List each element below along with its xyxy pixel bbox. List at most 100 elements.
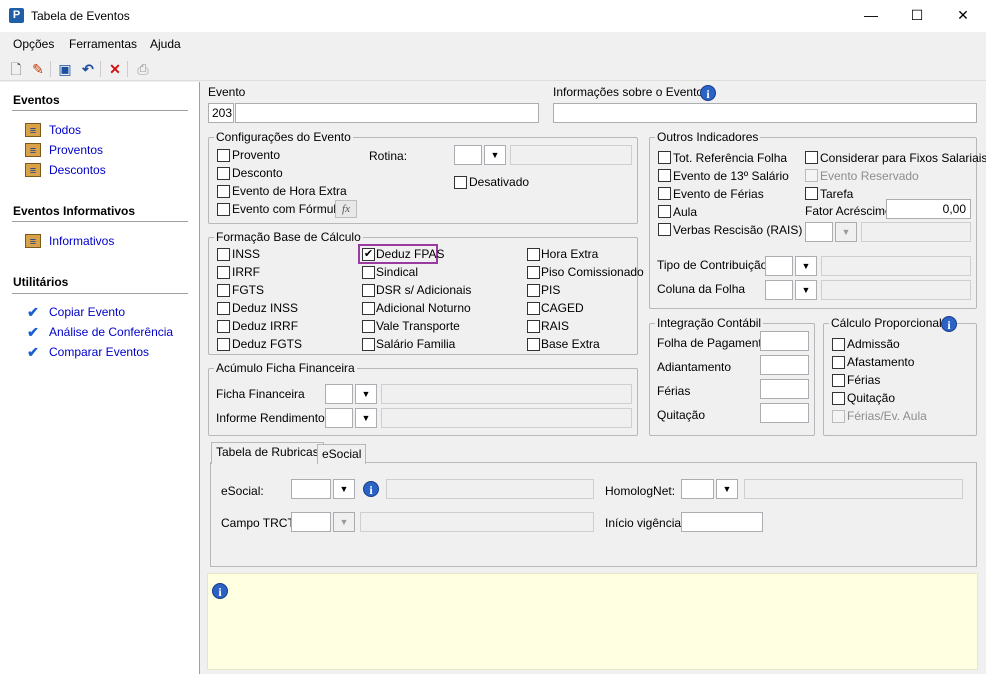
deduz-irrf-checkbox[interactable]: [217, 320, 230, 333]
ferias-aula-checkbox[interactable]: [832, 410, 845, 423]
irrf-checkbox[interactable]: [217, 266, 230, 279]
menu-ferramentas[interactable]: Ferramentas: [69, 37, 137, 51]
fgts-checkbox[interactable]: [217, 284, 230, 297]
delete-icon[interactable]: ✕: [106, 60, 124, 78]
admissao-checkbox[interactable]: [832, 338, 845, 351]
fator-input[interactable]: 0,00: [886, 199, 971, 219]
chevron-down-icon[interactable]: ▼: [795, 280, 817, 300]
piso-comissionado-checkbox[interactable]: [527, 266, 540, 279]
print-icon[interactable]: ⎙: [134, 60, 152, 78]
hora-extra-base-checkbox[interactable]: [527, 248, 540, 261]
homolognet-select[interactable]: [681, 479, 714, 499]
esocial-select[interactable]: [291, 479, 331, 499]
homolognet-label: HomologNet:: [605, 484, 676, 498]
evento-name-input[interactable]: [235, 103, 539, 123]
chevron-down-icon[interactable]: ▼: [835, 222, 857, 242]
menu-ajuda[interactable]: Ajuda: [150, 37, 181, 51]
info-evento-input[interactable]: [553, 103, 977, 123]
formula-fx-button[interactable]: fx: [335, 200, 357, 218]
fixos-checkbox[interactable]: [805, 151, 818, 164]
decimo-checkbox[interactable]: [658, 169, 671, 182]
base-extra-label: Base Extra: [541, 337, 600, 351]
sidebar-item-proventos[interactable]: Proventos: [49, 143, 103, 157]
undo-icon[interactable]: ↶: [79, 60, 97, 78]
chevron-down-icon[interactable]: ▼: [355, 408, 377, 428]
rotina-label: Rotina:: [369, 149, 408, 163]
minimize-button[interactable]: —: [848, 0, 894, 31]
adiantamento-input[interactable]: [760, 355, 809, 375]
formula-checkbox[interactable]: [217, 203, 230, 216]
tab-esocial[interactable]: eSocial: [317, 444, 367, 464]
deduz-fpas-checkbox[interactable]: ✔: [362, 248, 375, 261]
adicional-noturno-checkbox[interactable]: [362, 302, 375, 315]
informe-rendimentos-select[interactable]: [325, 408, 353, 428]
sidebar-item-comparar-eventos[interactable]: Comparar Eventos: [49, 345, 149, 359]
chevron-down-icon[interactable]: ▼: [333, 479, 355, 499]
pis-checkbox[interactable]: [527, 284, 540, 297]
rescisao-select[interactable]: [805, 222, 833, 242]
salario-familia-checkbox[interactable]: [362, 338, 375, 351]
save-icon[interactable]: ▣: [56, 60, 74, 78]
provento-label: Provento: [232, 148, 281, 162]
ferias-proporcional-checkbox[interactable]: [832, 374, 845, 387]
sindical-checkbox[interactable]: [362, 266, 375, 279]
quitacao-proporcional-checkbox[interactable]: [832, 392, 845, 405]
sidebar-item-analise-conferencia[interactable]: Análise de Conferência: [49, 325, 173, 339]
sidebar-item-descontos[interactable]: Descontos: [49, 163, 106, 177]
desconto-checkbox[interactable]: [217, 167, 230, 180]
maximize-button[interactable]: ☐: [894, 0, 940, 31]
tarefa-label: Tarefa: [820, 187, 854, 201]
rescisao-checkbox[interactable]: [658, 223, 671, 236]
rotina-select[interactable]: [454, 145, 482, 165]
ferias-checkbox[interactable]: [658, 187, 671, 200]
base-extra-checkbox[interactable]: [527, 338, 540, 351]
pis-label: PIS: [541, 283, 561, 297]
sidebar-item-todos[interactable]: Todos: [49, 123, 81, 137]
event-list-icon: ≡: [25, 234, 41, 248]
deduz-inss-checkbox[interactable]: [217, 302, 230, 315]
aula-checkbox[interactable]: [658, 205, 671, 218]
tarefa-checkbox[interactable]: [805, 187, 818, 200]
chevron-down-icon[interactable]: ▼: [716, 479, 738, 499]
ficha-financeira-select[interactable]: [325, 384, 353, 404]
chevron-down-icon[interactable]: ▼: [484, 145, 506, 165]
close-button[interactable]: ✕: [940, 0, 986, 31]
inicio-vigencia-input[interactable]: [681, 512, 763, 532]
info-icon[interactable]: i: [700, 85, 716, 101]
deduz-fgts-checkbox[interactable]: [217, 338, 230, 351]
menu-opcoes[interactable]: Opções: [13, 37, 54, 51]
sidebar-item-copiar-evento[interactable]: Copiar Evento: [49, 305, 125, 319]
reservado-checkbox[interactable]: [805, 169, 818, 182]
chevron-down-icon[interactable]: ▼: [355, 384, 377, 404]
tab-tabela-rubricas[interactable]: Tabela de Rubricas: [211, 442, 324, 464]
info-icon[interactable]: i: [941, 316, 957, 332]
provento-checkbox[interactable]: [217, 149, 230, 162]
inss-checkbox[interactable]: [217, 248, 230, 261]
folha-pagamento-input[interactable]: [760, 331, 809, 351]
ref-folha-checkbox[interactable]: [658, 151, 671, 164]
chevron-down-icon[interactable]: ▼: [333, 512, 355, 532]
chevron-down-icon[interactable]: ▼: [795, 256, 817, 276]
trct-select[interactable]: [291, 512, 331, 532]
acumulo-title: Acúmulo Ficha Financeira: [214, 361, 357, 375]
vale-transporte-label: Vale Transporte: [376, 319, 460, 333]
event-list-icon: ≡: [25, 143, 41, 157]
ficha-financeira-description: [381, 384, 632, 404]
quitacao-contabil-input[interactable]: [760, 403, 809, 423]
vale-transporte-checkbox[interactable]: [362, 320, 375, 333]
caged-checkbox[interactable]: [527, 302, 540, 315]
desativado-checkbox[interactable]: [454, 176, 467, 189]
evento-code-input[interactable]: 203: [208, 103, 234, 123]
new-document-icon[interactable]: 🗋: [7, 60, 25, 78]
hora-extra-checkbox[interactable]: [217, 185, 230, 198]
edit-pencil-icon[interactable]: ✎: [29, 60, 47, 78]
afastamento-checkbox[interactable]: [832, 356, 845, 369]
dsr-checkbox[interactable]: [362, 284, 375, 297]
ferias-contabil-input[interactable]: [760, 379, 809, 399]
sidebar-item-informativos[interactable]: Informativos: [49, 234, 114, 248]
tipo-contrib-select[interactable]: [765, 256, 793, 276]
coluna-folha-select[interactable]: [765, 280, 793, 300]
info-icon[interactable]: i: [363, 481, 379, 497]
proporcional-title: Cálculo Proporcional: [829, 316, 944, 330]
rais-checkbox[interactable]: [527, 320, 540, 333]
